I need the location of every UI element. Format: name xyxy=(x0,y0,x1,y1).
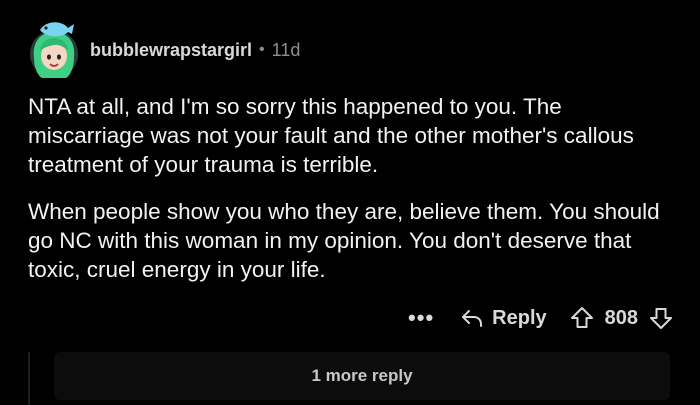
avatar[interactable] xyxy=(28,18,80,82)
reply-label: Reply xyxy=(492,306,547,329)
username-link[interactable]: bubblewrapstargirl xyxy=(90,40,252,61)
comment-body: NTA at all, and I'm so sorry this happen… xyxy=(28,92,678,302)
vote-count: 808 xyxy=(604,306,638,329)
comment-age: 11d xyxy=(271,39,301,60)
arrow-up-icon[interactable] xyxy=(569,305,595,331)
mermaid-avatar-icon xyxy=(30,22,78,78)
comment-paragraph: When people show you who they are, belie… xyxy=(28,199,660,282)
reply-button[interactable]: Reply xyxy=(460,306,547,330)
meta-separator: • xyxy=(259,41,265,58)
author-row: bubblewrapstargirl • 11d xyxy=(90,40,300,61)
thread-line[interactable] xyxy=(28,352,30,405)
arrow-down-icon[interactable] xyxy=(648,305,674,331)
reply-arrow-icon xyxy=(462,310,483,327)
vote-controls: 808 xyxy=(569,305,674,331)
comment-actions: ••• Reply 808 xyxy=(408,300,674,336)
comment-paragraph: NTA at all, and I'm so sorry this happen… xyxy=(28,94,634,177)
comment-header: bubblewrapstargirl • 11d xyxy=(28,18,300,82)
more-replies-button[interactable]: 1 more reply xyxy=(54,352,670,400)
more-options-button[interactable]: ••• xyxy=(408,305,434,331)
